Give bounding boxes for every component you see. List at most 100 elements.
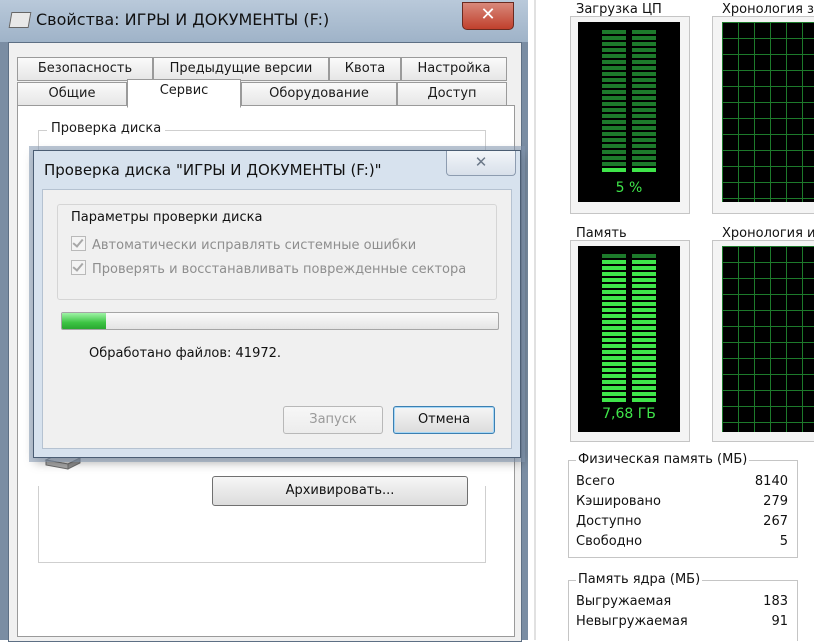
- meter-segment: [632, 60, 656, 64]
- check-options-label: Параметры проверки диска: [71, 210, 263, 225]
- meter-segment: [632, 54, 656, 58]
- meter-segment: [632, 386, 656, 390]
- meter-segment: [632, 272, 656, 276]
- recover-checkbox[interactable]: [71, 260, 86, 275]
- physical-free-value: 5: [779, 534, 788, 549]
- kernel-memory-row: Выгружаемая 183: [576, 594, 788, 614]
- meter-segment: [632, 284, 656, 288]
- physical-available-value: 267: [763, 514, 788, 529]
- meter-segment: [602, 380, 626, 384]
- meter-segment: [632, 114, 656, 118]
- meter-segment: [632, 90, 656, 94]
- meter-segment: [602, 374, 626, 378]
- kernel-nonpaged-value: 91: [771, 614, 788, 629]
- physical-memory-row: Доступно 267: [576, 514, 788, 534]
- archive-button[interactable]: Архивировать...: [212, 476, 468, 506]
- meter-segment: [632, 30, 656, 34]
- physical-memory-header: Физическая память (МБ): [576, 452, 750, 467]
- check-disk-dialog: Проверка диска "ИГРЫ И ДОКУМЕНТЫ (F:)" ✕…: [33, 150, 521, 458]
- meter-segment: [602, 398, 626, 402]
- tab-customize[interactable]: Настройка: [401, 57, 507, 81]
- meter-segment: [602, 296, 626, 300]
- meter-segment: [602, 30, 626, 34]
- meter-segment: [602, 260, 626, 264]
- meter-segment: [632, 150, 656, 154]
- meter-segment: [632, 260, 656, 264]
- meter-segment: [632, 168, 656, 172]
- meter-segment: [602, 36, 626, 40]
- memory-label: Память: [576, 226, 627, 241]
- meter-segment: [602, 362, 626, 366]
- meter-segment: [632, 350, 656, 354]
- meter-segment: [602, 144, 626, 148]
- recover-checkbox-row[interactable]: Проверять и восстанавливать поврежденные…: [71, 260, 466, 278]
- meter-segment: [602, 126, 626, 130]
- meter-segment: [602, 302, 626, 306]
- start-button[interactable]: Запуск: [283, 406, 383, 434]
- dialog-close-button[interactable]: ✕: [446, 151, 516, 176]
- meter-segment: [602, 344, 626, 348]
- meter-segment: [602, 66, 626, 70]
- meter-segment: [632, 308, 656, 312]
- meter-segment: [602, 78, 626, 82]
- meter-segment: [632, 320, 656, 324]
- meter-segment: [602, 278, 626, 282]
- meter-segment: [602, 90, 626, 94]
- meter-segment: [632, 132, 656, 136]
- physical-available-label: Доступно: [576, 514, 642, 529]
- meter-segment: [632, 96, 656, 100]
- physical-total-value: 8140: [754, 474, 788, 489]
- meter-segment: [602, 108, 626, 112]
- check-progress-bar: [61, 312, 499, 330]
- properties-title: Свойства: ИГРЫ И ДОКУМЕНТЫ (F:): [36, 10, 330, 29]
- meter-segment: [602, 266, 626, 270]
- kernel-memory-header: Память ядра (МБ): [576, 572, 703, 587]
- meter-segment: [632, 78, 656, 82]
- meter-segment: [632, 126, 656, 130]
- tab-sharing[interactable]: Доступ: [397, 82, 507, 106]
- meter-segment: [602, 60, 626, 64]
- meter-segment: [602, 326, 626, 330]
- memory-meter-bars: [602, 254, 656, 402]
- meter-segment: [632, 66, 656, 70]
- meter-segment: [602, 314, 626, 318]
- meter-segment: [632, 392, 656, 396]
- meter-segment: [602, 162, 626, 166]
- physical-memory-row: Всего 8140: [576, 474, 788, 494]
- tab-hardware[interactable]: Оборудование: [241, 82, 397, 106]
- tab-security[interactable]: Безопасность: [17, 57, 153, 81]
- meter-segment: [632, 138, 656, 142]
- check-disk-group-label: Проверка диска: [47, 121, 166, 136]
- memory-usage-value: 7,68 ГБ: [602, 406, 656, 422]
- tab-previous-versions[interactable]: Предыдущие версии: [153, 57, 329, 81]
- meter-segment: [602, 54, 626, 58]
- meter-segment: [602, 120, 626, 124]
- auto-fix-checkbox-row[interactable]: Автоматически исправлять системные ошибк…: [71, 236, 416, 254]
- meter-segment: [602, 386, 626, 390]
- tab-quota[interactable]: Квота: [329, 57, 401, 81]
- tab-general[interactable]: Общие: [17, 82, 127, 106]
- window-divider: [528, 0, 542, 640]
- kernel-paged-label: Выгружаемая: [576, 594, 672, 609]
- meter-segment: [602, 156, 626, 160]
- meter-segment: [602, 350, 626, 354]
- cpu-usage-value: 5 %: [615, 180, 643, 196]
- dialog-title: Проверка диска "ИГРЫ И ДОКУМЕНТЫ (F:)": [44, 161, 382, 179]
- meter-segment: [632, 72, 656, 76]
- meter-segment: [602, 332, 626, 336]
- meter-segment: [602, 254, 626, 258]
- auto-fix-checkbox[interactable]: [71, 236, 86, 251]
- processed-files-text: Обработано файлов: 41972.: [89, 346, 282, 361]
- tab-tools[interactable]: Сервис: [127, 79, 241, 108]
- meter-segment: [602, 102, 626, 106]
- meter-segment: [602, 138, 626, 142]
- meter-segment: [632, 120, 656, 124]
- meter-segment: [632, 344, 656, 348]
- properties-titlebar[interactable]: Свойства: ИГРЫ И ДОКУМЕНТЫ (F:) ✕: [0, 0, 528, 42]
- properties-close-button[interactable]: ✕: [462, 2, 514, 30]
- drive-properties-icon: [8, 12, 32, 28]
- meter-segment: [632, 266, 656, 270]
- cancel-button[interactable]: Отмена: [393, 406, 495, 434]
- meter-segment: [632, 102, 656, 106]
- physical-total-label: Всего: [576, 474, 615, 489]
